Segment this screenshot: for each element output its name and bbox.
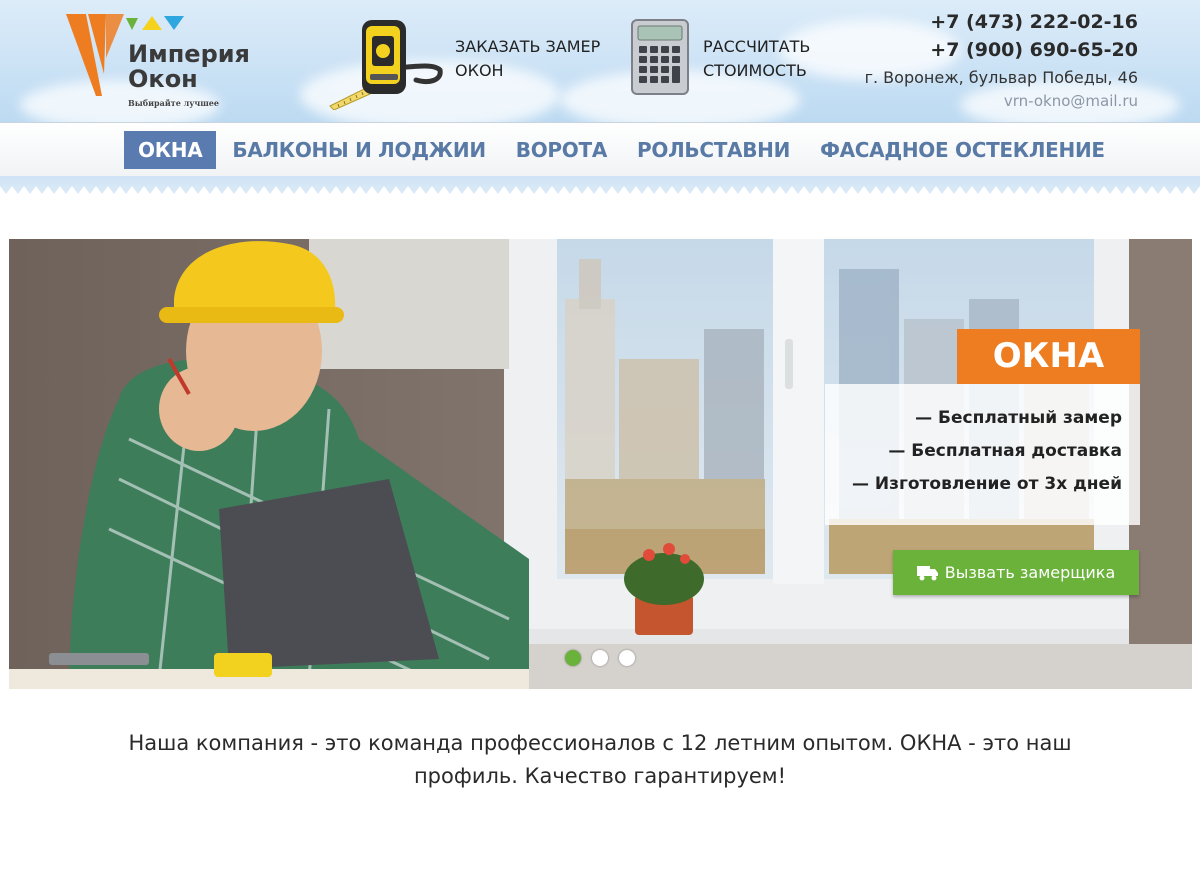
truck-icon (916, 565, 938, 580)
feature-item: — Изготовление от 3х дней (851, 474, 1122, 494)
logo-name: Империя Окон (128, 42, 250, 92)
order-measure-line2: ОКОН (455, 61, 504, 80)
slider-dot-3[interactable] (619, 650, 635, 666)
logo-tagline: Выбирайте лучшее (128, 98, 219, 108)
intro-line1: Наша компания - это команда профессионал… (128, 731, 1072, 755)
order-measure-link[interactable]: ЗАКАЗАТЬ ЗАМЕР ОКОН (455, 35, 625, 83)
slider-dot-2[interactable] (592, 650, 608, 666)
calculator-icon[interactable] (630, 18, 692, 96)
phone-1[interactable]: +7 (473) 222-02-16 (865, 8, 1138, 36)
email-link[interactable]: vrn-okno@mail.ru (865, 90, 1138, 112)
contacts-block: +7 (473) 222-02-16 +7 (900) 690-65-20 г.… (865, 8, 1138, 112)
call-measurer-label: Вызвать замерщика (944, 563, 1116, 582)
hero-slider: ОКНА — Бесплатный замер — Бесплатная дос… (9, 239, 1192, 689)
slider-dot-1[interactable] (565, 650, 581, 666)
logo-name-line2: Окон (128, 65, 198, 93)
call-measurer-button[interactable]: Вызвать замерщика (893, 550, 1139, 595)
feature-item: — Бесплатный замер (915, 408, 1122, 428)
slider-pagination (565, 650, 646, 666)
main-nav: ОКНА БАЛКОНЫ И ЛОДЖИИ ВОРОТА РОЛЬСТАВНИ … (0, 122, 1200, 176)
nav-item-facade-glazing[interactable]: ФАСАДНОЕ ОСТЕКЛЕНИЕ (806, 131, 1119, 169)
nav-item-roller-shutters[interactable]: РОЛЬСТАВНИ (623, 131, 804, 169)
order-measure-line1: ЗАКАЗАТЬ ЗАМЕР (455, 37, 601, 56)
phone-2[interactable]: +7 (900) 690-65-20 (865, 36, 1138, 64)
address: г. Воронеж, бульвар Победы, 46 (864, 68, 1138, 87)
calculate-line2: СТОИМОСТЬ (703, 61, 807, 80)
logo[interactable]: Империя Окон Выбирайте лучшее (66, 14, 286, 114)
feature-item: — Бесплатная доставка (888, 441, 1122, 461)
tape-measure-icon[interactable] (326, 18, 448, 110)
intro-line2: профиль. Качество гарантируем! (413, 764, 787, 788)
intro-text: Наша компания - это команда профессионал… (100, 727, 1100, 793)
site-header: Империя Окон Выбирайте лучшее ЗАКАЗАТЬ З… (0, 0, 1200, 122)
nav-item-balconies[interactable]: БАЛКОНЫ И ЛОДЖИИ (218, 131, 499, 169)
nav-item-okna[interactable]: ОКНА (124, 131, 217, 169)
nav-item-gates[interactable]: ВОРОТА (502, 131, 621, 169)
calculate-line1: РАССЧИТАТЬ (703, 37, 811, 56)
hero-features: — Бесплатный замер — Бесплатная доставка… (825, 384, 1140, 525)
zigzag-divider (0, 186, 1200, 206)
hero-title: ОКНА (957, 329, 1140, 384)
logo-name-line1: Империя (128, 40, 250, 68)
calculate-cost-link[interactable]: РАССЧИТАТЬ СТОИМОСТЬ (703, 35, 853, 83)
